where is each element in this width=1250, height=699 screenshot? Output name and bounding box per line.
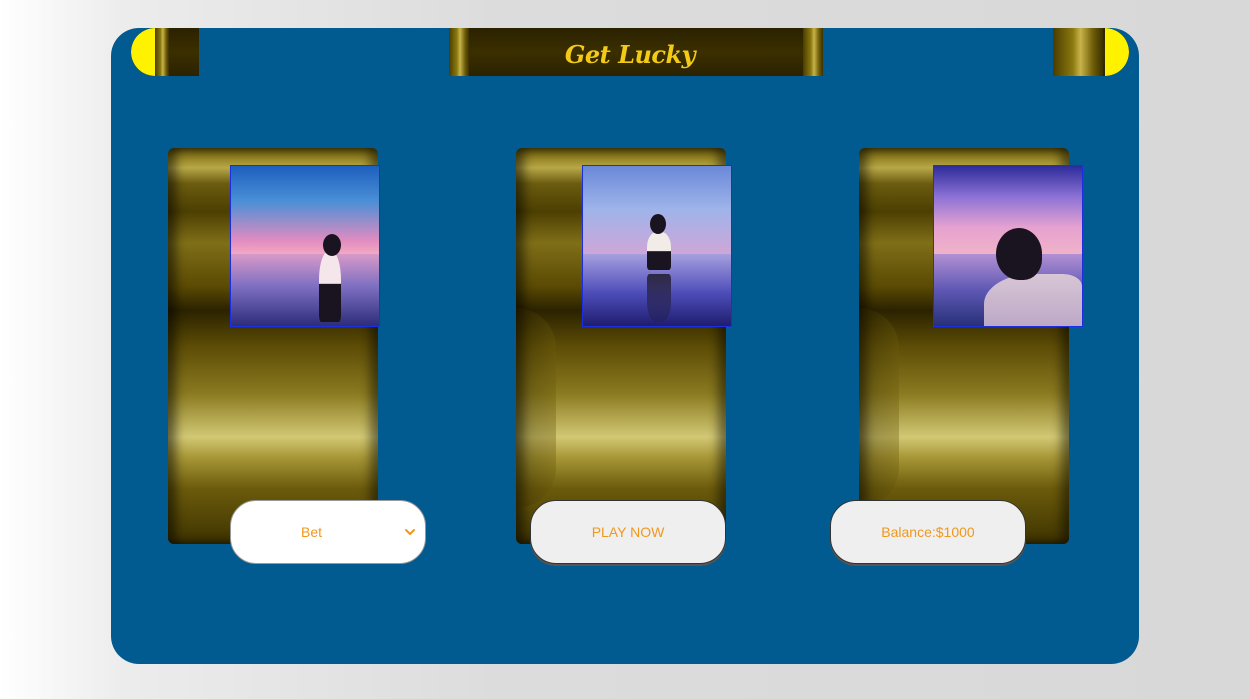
photo-reflection [647, 274, 671, 322]
bet-select[interactable]: Bet [230, 500, 426, 564]
page-title: Get Lucky [564, 40, 696, 69]
play-now-label: PLAY NOW [591, 524, 665, 540]
play-now-button[interactable]: PLAY NOW [530, 500, 726, 564]
reel-symbol-curve [859, 308, 899, 508]
photo-person [647, 232, 671, 270]
slot-machine: Get Lucky Bet PLAY NOW Balance:$1000 [111, 28, 1139, 664]
balance-display: Balance:$1000 [830, 500, 1026, 564]
header-bar: Get Lucky [131, 28, 1129, 76]
reel-1-image [230, 165, 380, 327]
photo-person-head [323, 234, 341, 256]
photo-sky [231, 166, 379, 254]
reel-3-image [933, 165, 1083, 327]
photo-person-head [996, 228, 1042, 280]
photo-person [984, 274, 1082, 326]
bet-select-label: Bet [301, 524, 323, 540]
photo-sea [231, 254, 379, 326]
chevron-down-icon [405, 529, 415, 535]
balance-label: Balance:$1000 [881, 524, 975, 540]
photo-person-head [650, 214, 666, 234]
reel-2-image [582, 165, 732, 327]
reel-symbol-curve [516, 308, 556, 508]
photo-person [319, 252, 341, 322]
